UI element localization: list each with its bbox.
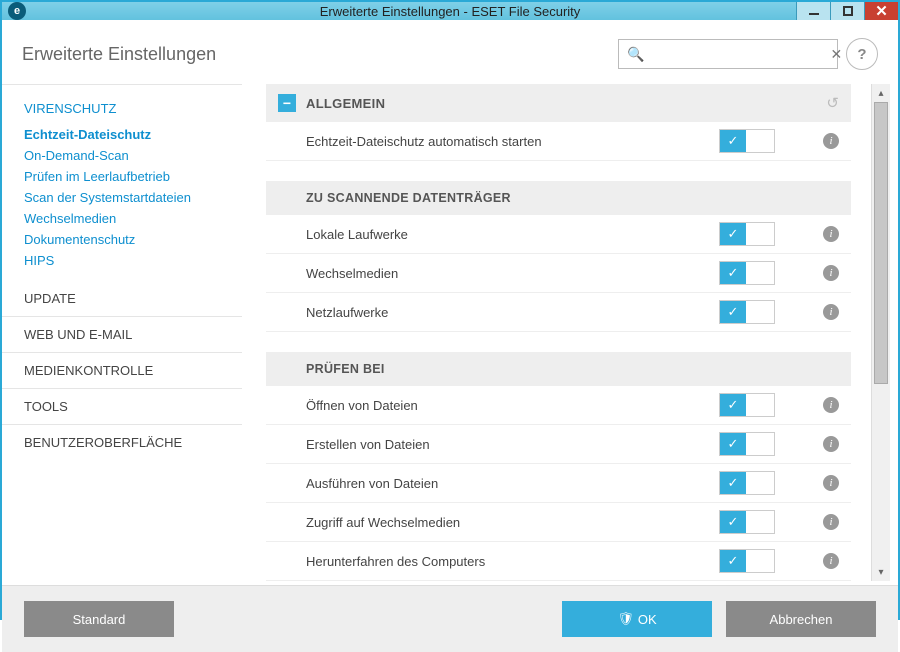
row-label: Herunterfahren des Computers [306,554,719,569]
row-label: Lokale Laufwerke [306,227,719,242]
window-controls: ✕ [796,2,898,20]
group-datentraeger-header: ZU SCANNENDE DATENTRÄGER [266,181,851,215]
sidebar-item-ondemand[interactable]: On-Demand-Scan [2,145,242,166]
sidebar-cat-update[interactable]: UPDATE [2,281,242,316]
info-icon[interactable]: i [823,475,839,491]
check-icon: ✓ [720,130,746,152]
row-zugriff-wechsel: Zugriff auf Wechselmedien ✓ i [266,503,851,542]
toggle-netz[interactable]: ✓ [719,300,775,324]
main: VIRENSCHUTZ Echtzeit-Dateischutz On-Dema… [2,84,898,581]
sidebar-item-echtzeit[interactable]: Echtzeit-Dateischutz [2,124,242,145]
sidebar-cat-tools[interactable]: TOOLS [2,388,242,424]
shell: Erweiterte Einstellungen 🔍 ✕ ? VIRENSCHU… [2,20,898,652]
sidebar-item-hips[interactable]: HIPS [2,250,242,271]
row-label: Netzlaufwerke [306,305,719,320]
scroll-thumb[interactable] [874,102,888,384]
page-title: Erweiterte Einstellungen [22,44,216,65]
check-icon: ✓ [720,223,746,245]
titlebar: e Erweiterte Einstellungen - ESET File S… [2,2,898,20]
default-button[interactable]: Standard [24,601,174,637]
sidebar: VIRENSCHUTZ Echtzeit-Dateischutz On-Dema… [2,84,242,581]
toggle-erstellen[interactable]: ✓ [719,432,775,456]
toggle-herunterfahren[interactable]: ✓ [719,549,775,573]
scroll-track[interactable] [872,102,890,563]
sidebar-item-dokumentenschutz[interactable]: Dokumentenschutz [2,229,242,250]
group-allgemein-header[interactable]: − ALLGEMEIN ↺ [266,84,851,122]
toggle-ausfuehren[interactable]: ✓ [719,471,775,495]
info-icon[interactable]: i [823,436,839,452]
info-icon[interactable]: i [823,514,839,530]
window-title: Erweiterte Einstellungen - ESET File Sec… [2,4,898,19]
toggle-wechsel[interactable]: ✓ [719,261,775,285]
content-wrap: − ALLGEMEIN ↺ Echtzeit-Dateischutz autom… [242,84,890,581]
shield-icon: 🛡 [617,611,634,627]
row-lokale: Lokale Laufwerke ✓ i [266,215,851,254]
toggle-zugriff-wechsel[interactable]: ✓ [719,510,775,534]
check-icon: ✓ [720,472,746,494]
check-icon: ✓ [720,511,746,533]
group-pruefen-header: PRÜFEN BEI [266,352,851,386]
row-netz: Netzlaufwerke ✓ i [266,293,851,332]
row-autostart: Echtzeit-Dateischutz automatisch starten… [266,122,851,161]
info-icon[interactable]: i [823,553,839,569]
search-box[interactable]: 🔍 ✕ [618,39,838,69]
row-label: Wechselmedien [306,266,719,281]
maximize-button[interactable] [830,2,864,20]
info-icon[interactable]: i [823,133,839,149]
help-button[interactable]: ? [846,38,878,70]
check-icon: ✓ [720,394,746,416]
info-icon[interactable]: i [823,226,839,242]
group-allgemein-title: ALLGEMEIN [306,96,385,111]
search-icon: 🔍 [627,46,644,63]
collapse-icon[interactable]: − [278,94,296,112]
close-button[interactable]: ✕ [864,2,898,20]
sidebar-item-systemstart[interactable]: Scan der Systemstartdateien [2,187,242,208]
app-icon: e [8,2,26,20]
row-label: Echtzeit-Dateischutz automatisch starten [306,134,719,149]
row-label: Zugriff auf Wechselmedien [306,515,719,530]
window: e Erweiterte Einstellungen - ESET File S… [0,0,900,620]
scroll-up-icon[interactable]: ▴ [872,84,890,102]
top-row: Erweiterte Einstellungen 🔍 ✕ ? [2,20,898,84]
ok-button[interactable]: 🛡 OK [562,601,712,637]
check-icon: ✓ [720,262,746,284]
cancel-button[interactable]: Abbrechen [726,601,876,637]
sidebar-item-wechselmedien[interactable]: Wechselmedien [2,208,242,229]
clear-search-icon[interactable]: ✕ [830,46,842,63]
sidebar-cat-web[interactable]: WEB UND E-MAIL [2,316,242,352]
row-oeffnen: Öffnen von Dateien ✓ i [266,386,851,425]
scroll-down-icon[interactable]: ▾ [872,563,890,581]
info-icon[interactable]: i [823,304,839,320]
row-wechsel: Wechselmedien ✓ i [266,254,851,293]
check-icon: ✓ [720,301,746,323]
sidebar-item-leerlauf[interactable]: Prüfen im Leerlaufbetrieb [2,166,242,187]
row-erstellen: Erstellen von Dateien ✓ i [266,425,851,464]
check-icon: ✓ [720,550,746,572]
search-input[interactable] [650,46,830,63]
scrollbar[interactable]: ▴ ▾ [871,84,890,581]
toggle-autostart[interactable]: ✓ [719,129,775,153]
check-icon: ✓ [720,433,746,455]
toggle-lokale[interactable]: ✓ [719,222,775,246]
reset-icon[interactable]: ↺ [826,94,839,112]
row-label: Ausführen von Dateien [306,476,719,491]
settings-panel: − ALLGEMEIN ↺ Echtzeit-Dateischutz autom… [242,84,871,581]
ok-label: OK [638,612,657,627]
sidebar-cat-ui[interactable]: BENUTZEROBERFLÄCHE [2,424,242,460]
toggle-oeffnen[interactable]: ✓ [719,393,775,417]
info-icon[interactable]: i [823,265,839,281]
info-icon[interactable]: i [823,397,839,413]
footer: Standard 🛡 OK Abbrechen [2,585,898,652]
row-herunterfahren: Herunterfahren des Computers ✓ i [266,542,851,581]
sidebar-cat-medien[interactable]: MEDIENKONTROLLE [2,352,242,388]
row-label: Öffnen von Dateien [306,398,719,413]
row-label: Erstellen von Dateien [306,437,719,452]
row-ausfuehren: Ausführen von Dateien ✓ i [266,464,851,503]
minimize-button[interactable] [796,2,830,20]
sidebar-cat-virenschutz[interactable]: VIRENSCHUTZ [2,89,242,124]
